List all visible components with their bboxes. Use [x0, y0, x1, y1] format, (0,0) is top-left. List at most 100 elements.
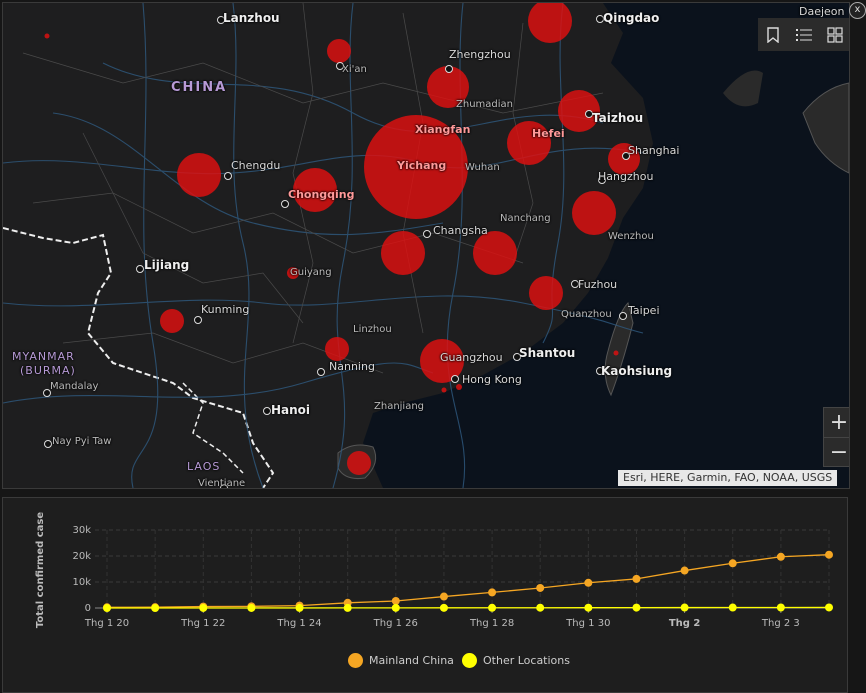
city-label-guangzhou: Guangzhou: [440, 351, 503, 364]
basemap-gallery-icon[interactable]: [824, 24, 846, 46]
city-label-wenzhou: Wenzhou: [608, 231, 654, 242]
city-dot: [281, 200, 289, 208]
city-label-quanzhou: Quanzhou: [561, 309, 612, 320]
city-label-lanzhou: Lanzhou: [223, 11, 280, 25]
data-point-1: [151, 603, 160, 612]
case-bubble-hainan[interactable]: [347, 451, 371, 475]
city-label-linzhou: Linzhou: [353, 324, 392, 335]
city-label-zhanjiang: Zhanjiang: [374, 401, 425, 412]
x-tick-label: Thg 1 24: [276, 618, 321, 629]
city-label-nanning: Nanning: [329, 360, 375, 373]
confirmed-cases-chart: Total confirmed case 0 10k 20k 30k Thg 1 20 T…: [2, 497, 848, 693]
city-label-hangzhou: Hangzhou: [598, 170, 654, 183]
data-point-0: [584, 578, 593, 587]
city-label-shantou: Shantou: [519, 346, 576, 360]
city-dot: [619, 312, 627, 320]
city-label-wuhan: Wuhan: [465, 162, 500, 173]
case-bubble-nanning[interactable]: [325, 337, 349, 361]
basemap: [3, 3, 849, 488]
city-label-lijiang: Lijiang: [144, 258, 190, 272]
case-bubble-hangzhou[interactable]: [572, 191, 616, 235]
legend-swatch: [348, 653, 363, 668]
data-point-1: [488, 603, 497, 612]
data-point-1: [391, 603, 400, 612]
series-line-1: [106, 606, 830, 609]
legend-swatch: [462, 653, 477, 668]
data-point-0: [825, 550, 833, 559]
data-point-1: [439, 603, 448, 612]
case-bubble-macau[interactable]: [441, 387, 447, 393]
data-point-1: [343, 603, 352, 612]
city-label-yichang: Yichang: [397, 159, 447, 172]
city-label-taipei: Taipei: [628, 304, 660, 317]
city-dot: [451, 375, 459, 383]
city-dot: [136, 265, 144, 273]
data-point-1: [536, 603, 545, 612]
data-point-0: [728, 559, 737, 568]
city-label-taizhou: Taizhou: [592, 111, 644, 125]
data-point-1: [825, 603, 833, 612]
x-tick-label: Thg 1 26: [373, 618, 418, 629]
x-tick-label: Thg 1 20: [84, 618, 129, 629]
data-point-1: [680, 603, 689, 612]
data-point-0: [439, 592, 448, 601]
close-icon[interactable]: x: [849, 2, 866, 19]
city-label-daejeon: Daejeon: [799, 5, 845, 18]
legend-item-other-locations[interactable]: Other Locations: [462, 653, 570, 668]
city-label-xian: Xi'an: [342, 64, 367, 75]
case-bubble-kunming[interactable]: [160, 309, 184, 333]
x-tick-label: Thg 1 28: [469, 618, 514, 629]
data-point-0: [680, 566, 689, 575]
city-label-fuzhou: Fuzhou: [578, 278, 618, 291]
city-label-naypyitaw: Nay Pyi Taw: [52, 436, 112, 447]
map-toolbar: [758, 18, 849, 51]
list-icon[interactable]: [793, 24, 815, 46]
map-attribution: Esri, HERE, Garmin, FAO, NOAA, USGS: [618, 470, 838, 486]
data-point-1: [103, 603, 111, 612]
city-label-hefei: Hefei: [532, 127, 565, 140]
city-label-qingdao: Qingdao: [603, 11, 660, 25]
case-bubble-west[interactable]: [44, 33, 50, 39]
city-dot: [224, 172, 232, 180]
legend-label: Mainland China: [369, 654, 454, 667]
data-point-1: [632, 603, 641, 612]
data-point-1: [199, 603, 208, 612]
data-point-0: [776, 552, 785, 561]
data-point-0: [488, 588, 497, 597]
country-label-laos: LAOS: [187, 460, 221, 473]
y-tick-label: 30k: [72, 525, 91, 536]
y-tick-label: 10k: [72, 577, 91, 588]
zoom-in-button[interactable]: +: [824, 408, 849, 438]
city-label-guiyang: Guiyang: [290, 267, 332, 278]
y-tick-label: 20k: [72, 551, 91, 562]
city-label-xiangfan: Xiangfan: [415, 123, 471, 136]
case-bubble-chengdu[interactable]: [177, 153, 221, 197]
data-point-1: [295, 603, 304, 612]
legend-item-mainland-china[interactable]: Mainland China: [348, 653, 454, 668]
data-point-1: [584, 603, 593, 612]
case-bubble-xian[interactable]: [327, 39, 351, 63]
city-dot: [445, 65, 453, 73]
x-tick-label: Thg 1 22: [180, 618, 225, 629]
city-label-nanchang: Nanchang: [500, 213, 551, 224]
data-point-1: [728, 603, 737, 612]
series-line-0: [106, 554, 830, 608]
city-label-zhumadian: Zhumadian: [456, 99, 513, 110]
bookmark-icon[interactable]: [762, 24, 784, 46]
x-tick-label: Thg 2 3: [761, 618, 800, 629]
case-bubble-taiwan[interactable]: [613, 350, 619, 356]
map-view[interactable]: Lanzhou Qingdao Daejeon CHINA Xi'an Zhen…: [2, 2, 850, 489]
city-label-hanoi: Hanoi: [271, 403, 311, 417]
city-dot: [317, 368, 325, 376]
case-bubble-changsha[interactable]: [381, 231, 425, 275]
city-label-chengdu: Chengdu: [231, 159, 281, 172]
case-bubble-nanchang[interactable]: [473, 231, 517, 275]
zoom-out-button[interactable]: −: [824, 438, 849, 467]
city-label-changsha: Changsha: [433, 224, 488, 237]
legend-label: Other Locations: [483, 654, 570, 667]
case-bubble-fuzhou[interactable]: [529, 276, 563, 310]
city-dot: [44, 440, 52, 448]
data-point-1: [247, 603, 256, 612]
data-point-1: [776, 603, 785, 612]
city-label-kaohsiung: Kaohsiung: [601, 364, 673, 378]
